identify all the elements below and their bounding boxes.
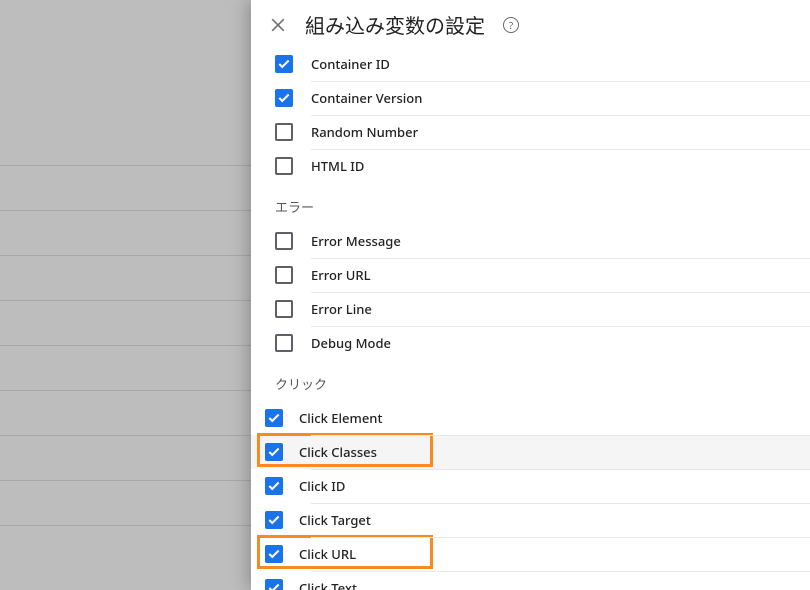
checkbox-container-3[interactable] [275,157,293,175]
option-row-error-2[interactable]: Error Line [251,292,810,326]
option-label: Click Element [299,409,382,427]
option-row-container-3[interactable]: HTML ID [251,149,810,183]
checkbox-error-3[interactable] [275,334,293,352]
section-label-error: エラー [251,183,810,224]
option-label: Random Number [311,123,418,141]
close-icon[interactable] [265,12,291,38]
option-label: Click Classes [299,443,377,461]
builtin-variables-panel: 組み込み変数の設定 ? Container ID Container Versio… [251,0,810,590]
option-row-container-1[interactable]: Container Version [251,81,810,115]
checkbox-click-3[interactable] [265,511,283,529]
option-label: Error Line [311,300,372,318]
option-label: Container ID [311,55,390,73]
section-container: Container ID Container Version Random Numb… [251,47,810,183]
option-row-click-3[interactable]: Click Target [251,503,810,537]
checkbox-click-4[interactable] [265,545,283,563]
checkbox-error-0[interactable] [275,232,293,250]
panel-body: Container ID Container Version Random Numb… [251,47,810,590]
option-label: Container Version [311,89,422,107]
option-row-click-5[interactable]: Click Text [251,571,810,590]
checkbox-click-1[interactable] [265,443,283,461]
option-row-container-2[interactable]: Random Number [251,115,810,149]
option-row-click-1[interactable]: Click Classes [251,435,810,469]
option-label: Debug Mode [311,334,391,352]
section-error: Error Message Error URL Error Line Debug Mo… [251,224,810,360]
checkbox-click-2[interactable] [265,477,283,495]
option-row-container-0[interactable]: Container ID [251,47,810,81]
option-label: Click ID [299,477,345,495]
panel-title: 組み込み変数の設定 [305,10,485,39]
option-label: Click Target [299,511,371,529]
checkbox-container-2[interactable] [275,123,293,141]
checkbox-container-1[interactable] [275,89,293,107]
checkbox-click-5[interactable] [265,579,283,590]
option-row-error-0[interactable]: Error Message [251,224,810,258]
option-row-click-0[interactable]: Click Element [251,401,810,435]
section-label-click: クリック [251,360,810,401]
option-label: Click URL [299,545,356,563]
option-row-click-4[interactable]: Click URL [251,537,810,571]
option-row-error-1[interactable]: Error URL [251,258,810,292]
panel-header: 組み込み変数の設定 ? [251,0,810,47]
checkbox-error-2[interactable] [275,300,293,318]
checkbox-container-0[interactable] [275,55,293,73]
option-label: Error Message [311,232,401,250]
section-click: Click Element Click Classes Click ID Click … [251,401,810,590]
option-label: HTML ID [311,157,364,175]
option-label: Error URL [311,266,371,284]
checkbox-click-0[interactable] [265,409,283,427]
option-label: Click Text [299,579,357,590]
option-row-click-2[interactable]: Click ID [251,469,810,503]
help-icon[interactable]: ? [503,17,519,33]
checkbox-error-1[interactable] [275,266,293,284]
option-row-error-3[interactable]: Debug Mode [251,326,810,360]
